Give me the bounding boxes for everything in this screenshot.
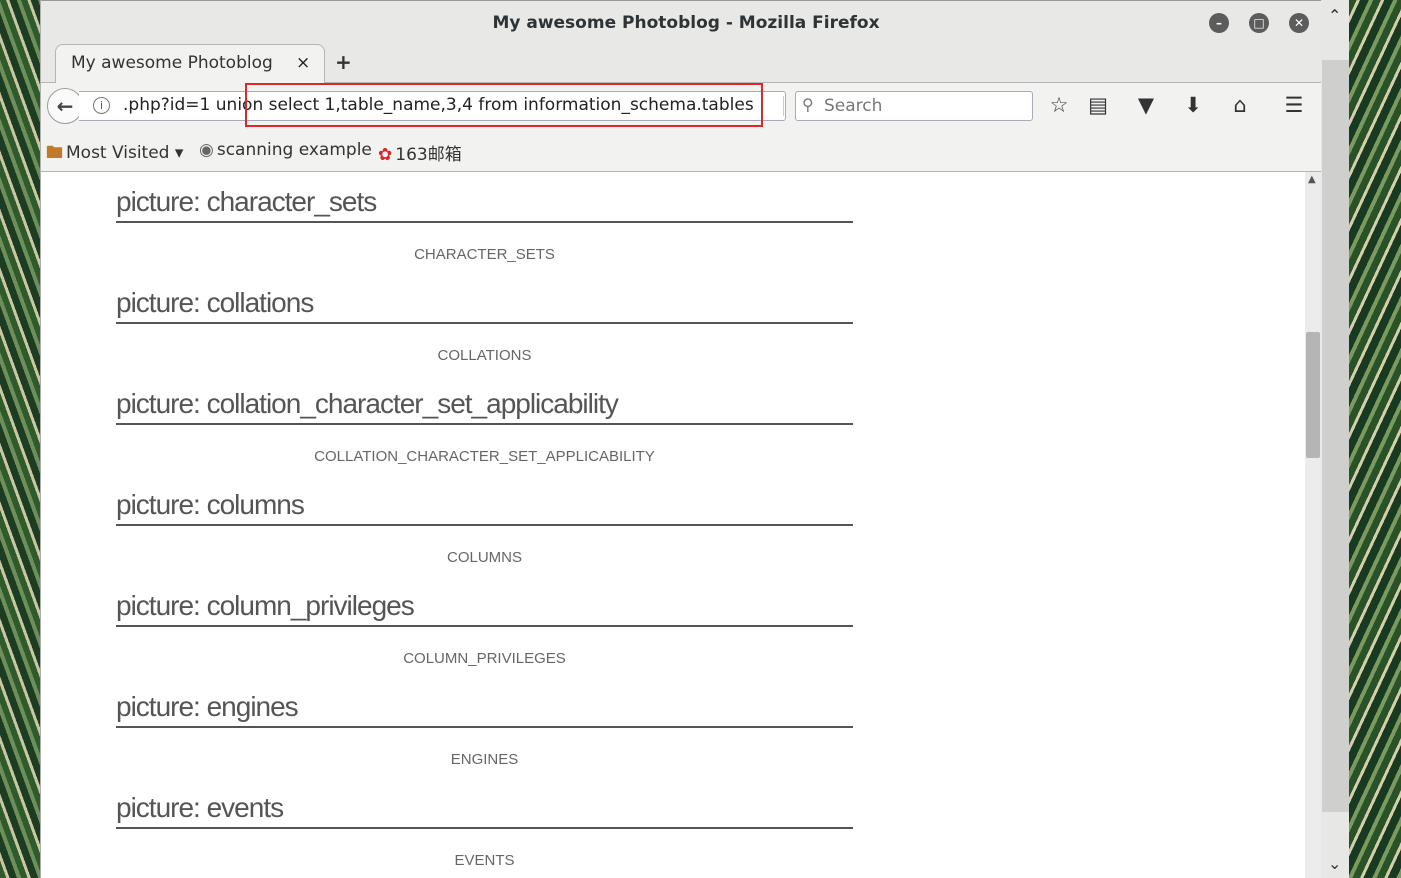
back-arrow-icon: ← [56, 94, 74, 118]
picture-caption: CHARACTER_SETS [414, 246, 555, 263]
maximize-icon: □ [1253, 16, 1265, 30]
bookmark-star-icon[interactable]: ☆ [1046, 93, 1072, 117]
picture-entry: picture: columns COLUMNS [116, 488, 853, 567]
desktop-wallpaper-right [1349, 0, 1401, 878]
outer-scrollbar-thumb[interactable] [1322, 60, 1349, 812]
picture-title[interactable]: picture: collation_character_set_applica… [116, 387, 853, 425]
url-separator [783, 96, 784, 116]
outer-scrollbar[interactable]: ⌃ ⌄ [1321, 0, 1349, 878]
picture-caption: EVENTS [454, 852, 515, 869]
picture-title[interactable]: picture: events [116, 791, 853, 829]
close-icon: ✕ [1293, 16, 1305, 30]
window-titlebar[interactable]: My awesome Photoblog - Mozilla Firefox –… [41, 0, 1321, 45]
url-bar[interactable]: i .php?id=1 union select 1,table_name,3,… [79, 83, 809, 127]
pocket-icon[interactable]: ▼ [1133, 93, 1159, 117]
page-scrollbar-thumb[interactable] [1306, 332, 1320, 458]
library-icon[interactable]: ▤ [1085, 93, 1111, 117]
maximize-button[interactable]: □ [1249, 13, 1269, 33]
picture-title[interactable]: picture: column_privileges [116, 589, 853, 627]
bookmark-label: Most Visited ▾ [66, 143, 184, 163]
browser-window: My awesome Photoblog - Mozilla Firefox –… [40, 0, 1322, 878]
chevron-up-icon[interactable]: ⌃ [1328, 6, 1341, 25]
tab-strip: My awesome Photoblog × + [41, 44, 1321, 83]
bookmarks-toolbar: 🖿 Most Visited ▾ ◉ scanning example ✿ 163邮箱 [41, 129, 1321, 172]
picture-caption: COLLATIONS [437, 347, 532, 364]
site-info-icon[interactable]: i [93, 97, 110, 114]
picture-caption: COLLATION_CHARACTER_SET_APPLICABILITY [314, 448, 655, 465]
url-prefix: .php?id=1 [123, 95, 211, 115]
bookmark-label: 163邮箱 [395, 145, 462, 165]
page-scrollbar[interactable]: ▲ [1305, 172, 1321, 878]
picture-caption: COLUMNS [446, 549, 522, 566]
globe-icon: ◉ [199, 140, 214, 160]
picture-entry: picture: events EVENTS [116, 791, 853, 870]
menu-icon[interactable]: ☰ [1281, 93, 1307, 117]
desktop-wallpaper-left [0, 0, 40, 878]
picture-title[interactable]: picture: character_sets [116, 185, 853, 223]
download-icon[interactable]: ⬇ [1180, 93, 1206, 117]
scroll-up-arrow-icon[interactable]: ▲ [1308, 174, 1316, 185]
search-input[interactable] [824, 94, 1024, 118]
folder-icon: 🖿 [46, 143, 63, 163]
new-tab-button[interactable]: + [335, 50, 352, 74]
picture-entry: picture: column_privileges COLUMN_PRIVIL… [116, 589, 853, 668]
picture-entry: picture: collations COLLATIONS [116, 286, 853, 365]
tab-label: My awesome Photoblog [71, 53, 273, 73]
bookmark-label: scanning example [216, 140, 372, 160]
search-icon: ⚲ [802, 95, 814, 114]
picture-caption: COLUMN_PRIVILEGES [403, 650, 566, 667]
back-button[interactable]: ← [47, 88, 83, 124]
bookmark-most-visited[interactable]: 🖿 Most Visited ▾ [46, 140, 183, 169]
bookmark-scanning-example[interactable]: ◉ scanning example [199, 140, 372, 160]
minimize-button[interactable]: – [1209, 13, 1229, 33]
url-highlight-box [245, 83, 763, 127]
tab-close-icon[interactable]: × [296, 53, 310, 73]
picture-title[interactable]: picture: collations [116, 286, 853, 324]
mail-163-icon: ✿ [378, 145, 393, 165]
picture-entry: picture: collation_character_set_applica… [116, 387, 853, 466]
search-box[interactable]: ⚲ [795, 91, 1033, 121]
minimize-icon: – [1216, 16, 1222, 30]
bookmark-163-mail[interactable]: ✿ 163邮箱 [378, 140, 462, 165]
picture-title[interactable]: picture: engines [116, 690, 853, 728]
navigation-toolbar: ← i .php?id=1 union select 1,table_name,… [41, 83, 1321, 129]
chevron-down-icon[interactable]: ⌄ [1328, 854, 1341, 873]
picture-entry: picture: character_sets CHARACTER_SETS [116, 185, 853, 264]
page-content: picture: character_sets CHARACTER_SETS p… [41, 172, 1305, 878]
window-title: My awesome Photoblog - Mozilla Firefox [492, 13, 880, 33]
close-window-button[interactable]: ✕ [1289, 13, 1309, 33]
picture-title[interactable]: picture: columns [116, 488, 853, 526]
tab-photoblog[interactable]: My awesome Photoblog × [55, 44, 325, 83]
picture-entry: picture: engines ENGINES [116, 690, 853, 769]
picture-caption: ENGINES [450, 751, 519, 768]
home-icon[interactable]: ⌂ [1227, 93, 1253, 117]
